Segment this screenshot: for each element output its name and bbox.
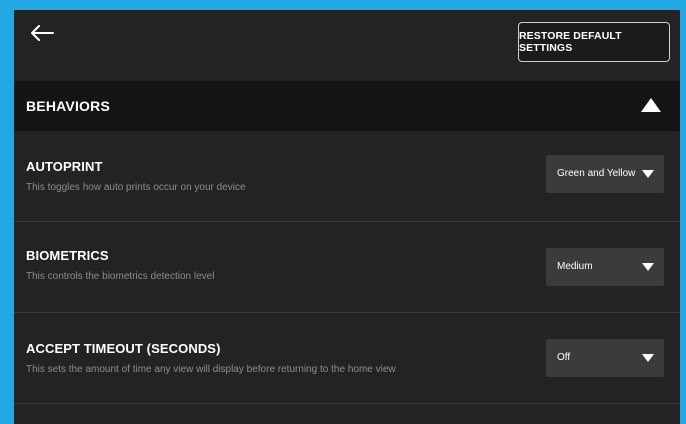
back-button[interactable]	[28, 22, 56, 44]
arrow-left-icon	[31, 25, 54, 41]
setting-title: BIOMETRICS	[26, 248, 109, 263]
dropdown-value: Off	[557, 352, 571, 363]
setting-row-biometrics: BIOMETRICS This controls the biometrics …	[14, 222, 680, 313]
triangle-down-icon	[642, 263, 654, 271]
behaviors-section-header[interactable]: BEHAVIORS	[14, 81, 680, 131]
biometrics-dropdown[interactable]: Medium	[546, 248, 664, 286]
top-bar: RESTORE DEFAULT SETTINGS	[14, 10, 680, 82]
restore-default-settings-button[interactable]: RESTORE DEFAULT SETTINGS	[518, 22, 670, 62]
settings-list: AUTOPRINT This toggles how auto prints o…	[14, 131, 680, 404]
section-title: BEHAVIORS	[26, 98, 110, 114]
restore-default-settings-label: RESTORE DEFAULT SETTINGS	[519, 30, 622, 54]
setting-title: AUTOPRINT	[26, 159, 103, 174]
setting-row-accept-timeout: ACCEPT TIMEOUT (SECONDS) This sets the a…	[14, 313, 680, 404]
setting-description: This toggles how auto prints occur on yo…	[26, 182, 246, 193]
setting-description: This sets the amount of time any view wi…	[26, 364, 396, 375]
setting-description: This controls the biometrics detection l…	[26, 271, 215, 282]
dropdown-value: Medium	[557, 261, 593, 272]
settings-screen: RESTORE DEFAULT SETTINGS BEHAVIORS AUTOP…	[14, 10, 680, 424]
setting-title: ACCEPT TIMEOUT (SECONDS)	[26, 341, 221, 356]
accept-timeout-dropdown[interactable]: Off	[546, 339, 664, 377]
dropdown-value: Green and Yellow	[557, 168, 636, 179]
triangle-down-icon	[642, 354, 654, 362]
triangle-up-icon[interactable]	[640, 97, 662, 113]
autoprint-dropdown[interactable]: Green and Yellow	[546, 155, 664, 193]
triangle-down-icon	[642, 170, 654, 178]
setting-row-autoprint: AUTOPRINT This toggles how auto prints o…	[14, 131, 680, 222]
